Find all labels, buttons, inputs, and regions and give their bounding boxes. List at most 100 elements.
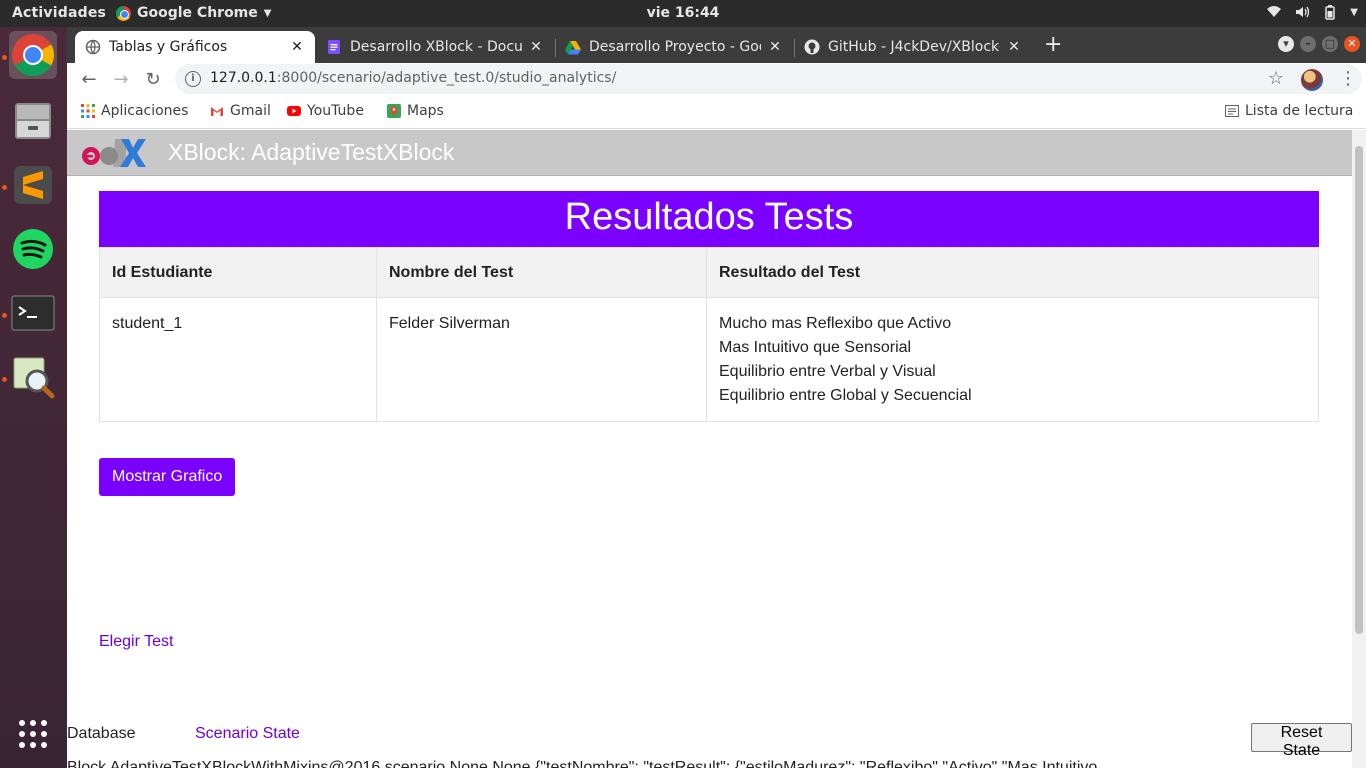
running-indicator bbox=[2, 377, 7, 382]
close-tab-icon[interactable]: ✕ bbox=[289, 39, 305, 55]
tab-title: GitHub - J4ckDev/XBlock- bbox=[828, 39, 1000, 55]
result-line: Equilibrio entre Global y Secuencial bbox=[719, 387, 972, 404]
volume-icon bbox=[1296, 6, 1310, 18]
dock-spotify[interactable] bbox=[9, 225, 57, 273]
bookmark-gmail[interactable]: Gmail bbox=[210, 103, 271, 119]
chrome-icon bbox=[116, 5, 131, 21]
scrollbar-thumb[interactable] bbox=[1355, 146, 1363, 634]
globe-icon bbox=[85, 39, 101, 55]
result-line: Equilibrio entre Verbal y Visual bbox=[719, 363, 936, 380]
test-result-cell: Mucho mas Reflexibo que Activo Mas Intui… bbox=[706, 297, 1319, 422]
url-host: 127.0.0.1 bbox=[210, 70, 277, 86]
activities-button[interactable]: Actividades bbox=[12, 5, 106, 21]
database-label: Database bbox=[67, 725, 136, 742]
file-cabinet-icon bbox=[15, 103, 51, 139]
system-tray[interactable]: ▼ bbox=[1266, 4, 1358, 20]
tab-desarrollo-xblock[interactable]: Desarrollo XBlock - Docum ✕ bbox=[316, 31, 554, 63]
bookmark-apps[interactable]: Aplicaciones bbox=[81, 103, 188, 119]
forward-arrow-icon[interactable]: → bbox=[110, 69, 132, 91]
profile-avatar[interactable] bbox=[1301, 69, 1323, 91]
app-menu-label: Google Chrome bbox=[137, 5, 258, 21]
results-table: Id Estudiante Nombre del Test Resultado … bbox=[99, 247, 1319, 422]
close-tab-icon[interactable]: ✕ bbox=[1006, 39, 1022, 55]
bookmark-star-icon[interactable]: ☆ bbox=[1268, 68, 1284, 89]
bookmark-maps[interactable]: Maps bbox=[387, 103, 444, 119]
bookmark-label: Maps bbox=[407, 103, 444, 119]
url-path: :8000/scenario/adaptive_test.0/studio_an… bbox=[276, 70, 617, 86]
terminal-icon bbox=[11, 295, 55, 331]
caret-down-icon: ▼ bbox=[263, 7, 272, 19]
wifi-icon bbox=[1267, 6, 1282, 17]
reading-list-label: Lista de lectura bbox=[1245, 103, 1354, 119]
minimize-icon[interactable]: – bbox=[1300, 36, 1316, 52]
maximize-icon[interactable]: □ bbox=[1322, 36, 1338, 52]
show-chart-button[interactable]: Mostrar Grafico bbox=[99, 458, 236, 496]
docs-icon bbox=[328, 40, 340, 54]
tab-search-icon[interactable]: ▾ bbox=[1278, 36, 1294, 52]
running-indicator bbox=[2, 55, 7, 60]
reload-icon[interactable]: ↻ bbox=[142, 69, 164, 91]
new-tab-button[interactable]: + bbox=[1044, 33, 1062, 57]
reading-list-icon bbox=[1225, 105, 1239, 117]
reading-list[interactable]: Lista de lectura bbox=[1225, 103, 1353, 119]
close-tab-icon[interactable]: ✕ bbox=[767, 39, 783, 55]
url-text[interactable]: 127.0.0.1:8000/scenario/adaptive_test.0/… bbox=[210, 70, 616, 86]
table-header-row: Id Estudiante Nombre del Test Resultado … bbox=[99, 247, 1319, 298]
page-scrollbar[interactable] bbox=[1352, 130, 1366, 768]
show-applications-button[interactable] bbox=[9, 710, 57, 758]
results-title: Resultados Tests bbox=[99, 191, 1319, 247]
apps-grid-icon bbox=[81, 104, 95, 118]
page-viewport: XBlock: AdaptiveTestXBlock Resultados Te… bbox=[67, 130, 1352, 768]
back-arrow-icon[interactable]: ← bbox=[78, 69, 100, 91]
info-icon[interactable]: i bbox=[185, 71, 201, 87]
column-header: Id Estudiante bbox=[99, 247, 377, 298]
google-drive-icon bbox=[565, 41, 581, 55]
address-bar[interactable]: i 127.0.0.1:8000/scenario/adaptive_test.… bbox=[175, 64, 1362, 94]
battery-icon bbox=[1325, 5, 1336, 20]
close-window-icon[interactable]: ✕ bbox=[1344, 36, 1360, 52]
tab-title: Tablas y Gráficos bbox=[109, 39, 228, 55]
bookmark-youtube[interactable]: YouTube bbox=[287, 103, 364, 119]
xblock-header: XBlock: AdaptiveTestXBlock bbox=[67, 130, 1352, 176]
dock-terminal[interactable] bbox=[9, 289, 57, 337]
scenario-state-link[interactable]: Scenario State bbox=[195, 725, 300, 743]
chrome-icon bbox=[12, 34, 55, 77]
caret-down-icon: ▼ bbox=[1350, 6, 1358, 18]
tab-title: Desarrollo XBlock - Docum bbox=[350, 39, 522, 55]
app-menu[interactable]: Google Chrome ▼ bbox=[116, 5, 271, 21]
dock-files[interactable] bbox=[9, 97, 57, 145]
tab-tablas-graficos[interactable]: Tablas y Gráficos ✕ bbox=[75, 31, 315, 63]
column-header: Nombre del Test bbox=[376, 247, 707, 298]
dock-image-viewer[interactable] bbox=[9, 353, 57, 401]
youtube-icon bbox=[287, 106, 301, 116]
tab-title: Desarrollo Proyecto - Goo bbox=[589, 39, 761, 55]
window-controls: ▾ – □ ✕ bbox=[1278, 36, 1360, 52]
dock-chrome[interactable] bbox=[9, 31, 57, 79]
gmail-icon bbox=[211, 107, 223, 116]
tab-github[interactable]: GitHub - J4ckDev/XBlock- ✕ bbox=[794, 31, 1032, 63]
os-top-bar: Actividades Google Chrome ▼ vie 16:44 ▼ bbox=[0, 0, 1366, 27]
close-tab-icon[interactable]: ✕ bbox=[528, 39, 544, 55]
bookmark-label: Aplicaciones bbox=[101, 103, 189, 119]
running-indicator bbox=[2, 185, 7, 190]
results-panel: Resultados Tests Id Estudiante Nombre de… bbox=[99, 191, 1319, 422]
maps-pin-icon bbox=[387, 104, 401, 118]
test-name-cell: Felder Silverman bbox=[376, 297, 707, 422]
more-menu-icon[interactable]: ⋮ bbox=[1339, 68, 1357, 89]
tab-strip: Tablas y Gráficos ✕ Desarrollo XBlock - … bbox=[67, 27, 1366, 63]
table-row: student_1 Felder Silverman Mucho mas Ref… bbox=[99, 297, 1319, 422]
dock-sublime[interactable] bbox=[9, 161, 57, 209]
spotify-icon bbox=[13, 229, 53, 269]
reset-state-button[interactable]: Reset State bbox=[1251, 723, 1352, 759]
bookmark-label: YouTube bbox=[307, 103, 364, 119]
bookmark-label: Gmail bbox=[230, 103, 271, 119]
running-indicator bbox=[2, 313, 7, 318]
choose-test-link[interactable]: Elegir Test bbox=[99, 633, 173, 651]
github-icon bbox=[804, 39, 820, 55]
column-header: Resultado del Test bbox=[706, 247, 1319, 298]
state-table-row: Block AdaptiveTestXBlockWithMixins@2016 … bbox=[67, 759, 1098, 768]
edx-logo bbox=[82, 139, 146, 167]
browser-toolbar: ← → ↻ i 127.0.0.1:8000/scenario/adaptive… bbox=[67, 63, 1366, 96]
tab-desarrollo-proyecto[interactable]: Desarrollo Proyecto - Goo ✕ bbox=[555, 31, 793, 63]
app-grid-icon bbox=[19, 720, 47, 748]
